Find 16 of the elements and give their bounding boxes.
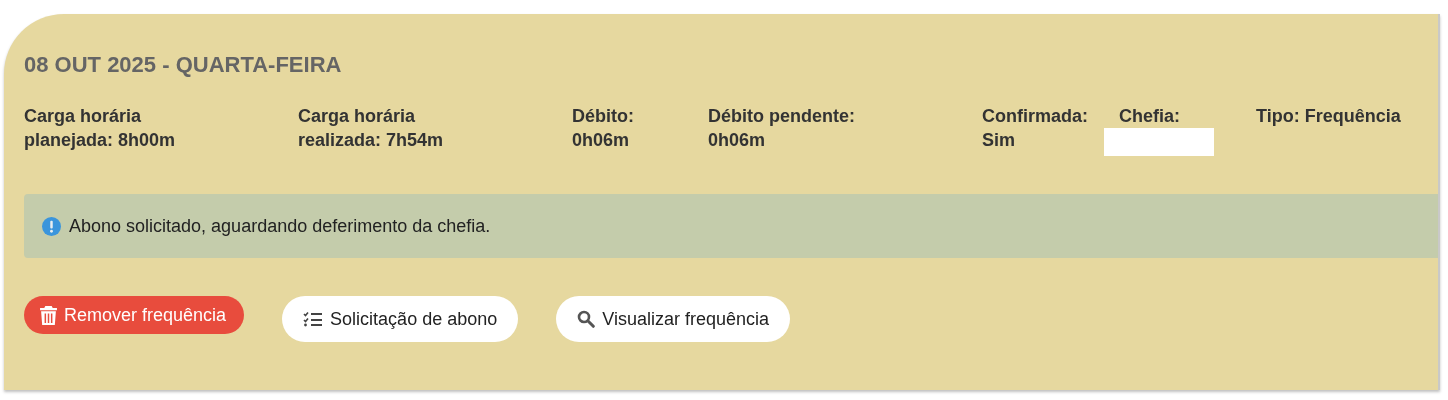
field-text: Carga horária realizada: 7h54m	[298, 105, 445, 152]
search-icon	[577, 310, 596, 328]
trash-icon	[40, 305, 57, 325]
card-title: 08 OUT 2025 - QUARTA-FEIRA	[24, 52, 343, 78]
action-button[interactable]: Remover frequência	[24, 296, 245, 334]
action-button[interactable]: Solicitação de abono	[282, 296, 519, 342]
info-icon	[42, 216, 61, 236]
field-text: Carga horária planejada: 8h00m	[24, 105, 177, 152]
field-text: Débito: 0h06m	[572, 105, 635, 152]
field-text: Chefia:	[1119, 105, 1181, 128]
checklist-icon	[303, 311, 324, 327]
field-text: Tipo: Frequência	[1256, 105, 1402, 128]
field-text: Confirmada: Sim	[982, 105, 1089, 152]
field-text: Débito pendente: 0h06m	[708, 105, 856, 152]
alert-text: Abono solicitado, aguardando deferimento da chefia.	[69, 215, 491, 237]
action-button[interactable]: Visualizar frequência	[556, 296, 790, 342]
